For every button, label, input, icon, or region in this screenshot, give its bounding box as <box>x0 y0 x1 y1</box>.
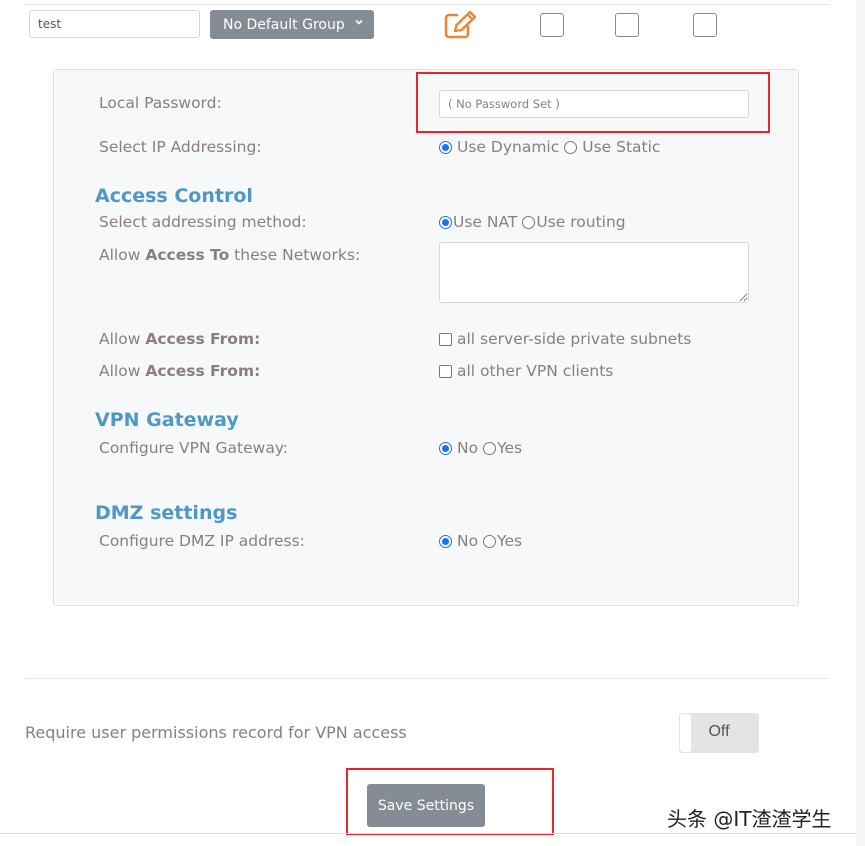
checkbox-server-side-subnets[interactable] <box>439 332 452 346</box>
toggle-state: Off <box>708 723 730 740</box>
permission-checkbox-2[interactable] <box>615 13 639 37</box>
addressing-method-label: Select addressing method: <box>99 213 307 231</box>
radio-label-dmz-no: No <box>457 532 479 550</box>
access-to-label: Allow Access To these Networks: <box>99 246 360 264</box>
vpn-gateway-options: No Yes <box>439 439 522 457</box>
access-from-option-2: all other VPN clients <box>439 362 613 380</box>
access-to-label-suffix: these Networks: <box>234 246 361 264</box>
access-to-label-bold: Access To <box>145 246 230 264</box>
dmz-options: No Yes <box>439 532 522 550</box>
username-input[interactable] <box>29 10 200 38</box>
highlight-box-password <box>416 72 770 133</box>
dmz-label: Configure DMZ IP address: <box>99 532 305 550</box>
default-group-value: No Default Group <box>223 16 345 33</box>
radio-vpn-gateway-yes[interactable] <box>483 441 497 455</box>
default-group-select[interactable]: No Default Group <box>210 10 374 39</box>
section-title-vpn-gateway: VPN Gateway <box>95 409 239 431</box>
require-permissions-label: Require user permissions record for VPN … <box>25 723 407 742</box>
watermark: 头条 @IT渣渣学生 <box>667 807 832 831</box>
checkbox-other-vpn-clients[interactable] <box>439 364 452 378</box>
edit-icon[interactable] <box>443 10 479 40</box>
radio-vpn-gateway-no[interactable] <box>439 441 452 455</box>
addressing-method-options: Use NAT Use routing <box>439 213 626 231</box>
access-from-option-1: all server-side private subnets <box>439 330 691 348</box>
page-scrollbar-track[interactable] <box>856 0 865 846</box>
require-permissions-toggle[interactable]: Off <box>679 713 759 753</box>
local-password-label: Local Password: <box>99 94 222 112</box>
divider <box>25 678 828 679</box>
access-from-2-bold: Access From: <box>145 362 261 380</box>
ip-addressing-label: Select IP Addressing: <box>99 138 262 156</box>
checkbox-label-other-vpn-clients: all other VPN clients <box>457 362 614 380</box>
radio-label-vpn-gateway-no: No <box>457 439 479 457</box>
divider <box>25 4 828 5</box>
checkbox-label-server-side-subnets: all server-side private subnets <box>457 330 692 348</box>
radio-label-use-static: Use Static <box>582 138 661 156</box>
access-from-2-prefix: Allow <box>99 362 141 380</box>
access-to-networks-textarea[interactable] <box>439 242 749 303</box>
radio-label-dmz-yes: Yes <box>497 532 523 550</box>
radio-use-routing[interactable] <box>522 215 536 229</box>
radio-dmz-yes[interactable] <box>483 534 497 548</box>
section-title-dmz: DMZ settings <box>95 502 238 524</box>
access-from-label-1: Allow Access From: <box>99 330 260 348</box>
chevron-down-icon <box>355 19 363 25</box>
highlight-box-save <box>346 768 554 835</box>
radio-dmz-no[interactable] <box>439 534 452 548</box>
access-from-1-bold: Access From: <box>145 330 261 348</box>
access-from-1-prefix: Allow <box>99 330 141 348</box>
radio-use-static[interactable] <box>564 140 578 154</box>
permission-checkbox-3[interactable] <box>693 13 717 37</box>
radio-label-use-routing: Use routing <box>536 213 626 231</box>
access-to-label-prefix: Allow <box>99 246 141 264</box>
divider <box>0 833 856 834</box>
radio-use-dynamic[interactable] <box>439 140 452 154</box>
vpn-gateway-label: Configure VPN Gateway: <box>99 439 289 457</box>
access-from-label-2: Allow Access From: <box>99 362 260 380</box>
section-title-access-control: Access Control <box>95 185 253 207</box>
radio-label-use-dynamic: Use Dynamic <box>457 138 560 156</box>
radio-label-vpn-gateway-yes: Yes <box>497 439 523 457</box>
radio-label-use-nat: Use NAT <box>453 213 518 231</box>
ip-addressing-options: Use Dynamic Use Static <box>439 138 660 156</box>
radio-use-nat[interactable] <box>439 215 452 229</box>
permission-checkbox-1[interactable] <box>540 13 564 37</box>
